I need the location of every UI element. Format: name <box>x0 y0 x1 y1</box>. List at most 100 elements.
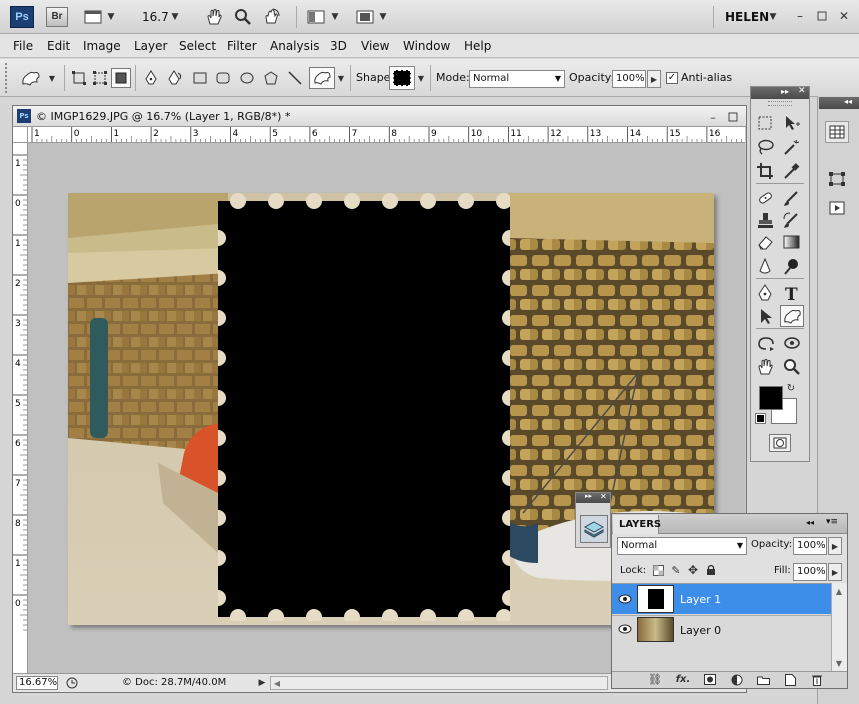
type-tool-icon[interactable]: T <box>780 282 804 304</box>
blur-tool-icon[interactable] <box>754 255 778 277</box>
dock-expand-icon[interactable]: ◂◂ <box>844 97 852 106</box>
path-selection-icon[interactable] <box>754 305 778 327</box>
swap-colors-icon[interactable]: ↻ <box>785 382 797 394</box>
zoom-level[interactable]: 16.7 <box>142 10 169 24</box>
menu-image[interactable]: Image <box>83 39 121 53</box>
zoom-tool-icon[interactable] <box>780 355 804 377</box>
layer-1-name[interactable]: Layer 1 <box>680 593 721 606</box>
workspace-name[interactable]: HELEN <box>725 10 769 24</box>
arrange-dropdown-icon[interactable]: ▼ <box>330 10 340 24</box>
magic-wand-icon[interactable] <box>780 136 804 158</box>
lasso-tool-icon[interactable] <box>754 136 778 158</box>
polygon-shape-icon[interactable] <box>261 68 281 88</box>
menu-edit[interactable]: Edit <box>47 39 70 53</box>
pen-tool-icon[interactable] <box>754 282 778 304</box>
shape-picker-dropdown-icon[interactable]: ▼ <box>416 72 426 84</box>
fill-pixels-mode-icon[interactable] <box>111 68 131 88</box>
layer-blend-mode-select[interactable]: Normal ▼ <box>617 537 747 555</box>
quick-mask-icon[interactable] <box>769 434 791 452</box>
move-tool-icon[interactable] <box>780 112 804 134</box>
tools-close-icon[interactable]: ✕ <box>798 86 806 96</box>
eyedropper-icon[interactable] <box>780 160 804 182</box>
line-shape-icon[interactable] <box>285 68 305 88</box>
arrange-documents-icon[interactable] <box>305 8 327 26</box>
horizontal-scrollbar[interactable] <box>270 676 608 690</box>
foreground-color-swatch[interactable] <box>759 386 783 410</box>
doc-minimize-icon[interactable]: – <box>706 110 720 124</box>
clone-stamp-icon[interactable] <box>754 209 778 231</box>
dock-header[interactable] <box>819 97 859 109</box>
view-extras-icon[interactable] <box>82 8 104 26</box>
layer-opacity-input[interactable]: 100% <box>793 537 827 555</box>
layer-1-thumbnail[interactable] <box>637 585 674 613</box>
healing-brush-icon[interactable] <box>754 187 778 209</box>
menu-analysis[interactable]: Analysis <box>270 39 319 53</box>
shape-dropdown-icon[interactable]: ▼ <box>336 72 346 84</box>
scroll-left-icon[interactable]: ◀ <box>271 677 283 689</box>
doc-maximize-icon[interactable] <box>726 110 740 124</box>
document-size-info[interactable]: © Doc: 28.7M/40.0M <box>122 677 226 688</box>
new-group-icon[interactable] <box>754 672 772 687</box>
shape-layers-mode-icon[interactable] <box>69 68 89 88</box>
3d-rotate-icon[interactable] <box>754 332 778 354</box>
visibility-eye-icon[interactable] <box>616 620 634 638</box>
transform-panel-icon[interactable] <box>825 168 849 190</box>
collapse-icon[interactable]: ▸▸ <box>781 87 789 96</box>
menu-3d[interactable]: 3D <box>330 39 347 53</box>
fill-input[interactable]: 100% <box>793 563 827 581</box>
antialias-checkbox[interactable]: ✓ <box>666 72 678 84</box>
chevron-down-icon[interactable]: ▼ <box>106 10 116 24</box>
link-layers-icon[interactable]: ⛓ <box>646 672 664 687</box>
status-menu-arrow-icon[interactable]: ▶ <box>256 676 268 690</box>
layer-0-name[interactable]: Layer 0 <box>680 624 721 637</box>
status-options-icon[interactable] <box>64 676 80 690</box>
options-grip[interactable] <box>5 63 9 93</box>
layer-0-thumbnail[interactable] <box>637 617 674 642</box>
eraser-tool-icon[interactable] <box>754 231 778 253</box>
3d-orbit-icon[interactable] <box>780 332 804 354</box>
hand-tool-icon[interactable] <box>203 7 225 27</box>
horizontal-ruler[interactable]: 1 0 1 2 3 4 5 6 7 8 9 10 11 12 13 14 15 16 <box>28 127 745 143</box>
history-brush-icon[interactable] <box>780 209 804 231</box>
scroll-down-icon[interactable]: ▼ <box>832 657 846 669</box>
vertical-ruler[interactable]: 1 0 1 2 3 4 5 6 7 8 1 0 <box>13 143 28 673</box>
layers-panel-icon[interactable] <box>580 515 608 543</box>
zoom-field[interactable]: 16.67% <box>16 676 58 690</box>
mini-close-icon[interactable]: ✕ <box>600 492 607 501</box>
stamp-shape[interactable] <box>210 193 518 625</box>
tool-preset-picker[interactable] <box>16 67 46 89</box>
menu-window[interactable]: Window <box>403 39 450 53</box>
lock-pixels-icon[interactable]: ✎ <box>669 563 683 577</box>
rotate-view-icon[interactable] <box>261 7 283 27</box>
new-layer-icon[interactable] <box>781 672 799 687</box>
maximize-icon[interactable] <box>814 8 830 24</box>
custom-shape-tool-icon[interactable] <box>780 305 804 327</box>
workspace-dropdown-icon[interactable]: ▼ <box>768 10 778 24</box>
mini-collapse-icon[interactable]: ▸▸ <box>585 492 592 500</box>
marquee-tool-icon[interactable] <box>754 112 778 134</box>
layers-panel-menu-icon[interactable]: ▾≡ <box>826 517 838 527</box>
zoom-dropdown-icon[interactable]: ▼ <box>170 10 180 24</box>
add-mask-icon[interactable] <box>701 672 719 687</box>
minimize-icon[interactable]: – <box>792 8 808 24</box>
freeform-pen-icon[interactable] <box>165 68 185 88</box>
shape-picker[interactable] <box>389 66 415 90</box>
lock-position-icon[interactable]: ✥ <box>686 563 700 577</box>
screen-mode-dropdown-icon[interactable]: ▼ <box>378 10 388 24</box>
blend-mode-select[interactable]: Normal ▼ <box>469 70 565 88</box>
screen-mode-icon[interactable] <box>354 8 376 26</box>
lock-all-icon[interactable] <box>704 563 718 577</box>
default-colors-icon[interactable] <box>755 413 766 424</box>
menu-file[interactable]: File <box>13 39 33 53</box>
actions-panel-icon[interactable] <box>825 197 849 219</box>
zoom-tool-icon[interactable] <box>232 7 254 27</box>
ruler-origin[interactable] <box>13 127 28 143</box>
menu-help[interactable]: Help <box>464 39 491 53</box>
dodge-tool-icon[interactable] <box>780 255 804 277</box>
tools-grip[interactable] <box>768 101 792 106</box>
pen-tool-icon[interactable] <box>141 68 161 88</box>
layer-opacity-arrow-icon[interactable]: ▶ <box>828 537 842 555</box>
layers-collapse-icon[interactable]: ◂◂ <box>806 518 814 527</box>
menu-select[interactable]: Select <box>179 39 216 53</box>
brush-tool-icon[interactable] <box>780 187 804 209</box>
